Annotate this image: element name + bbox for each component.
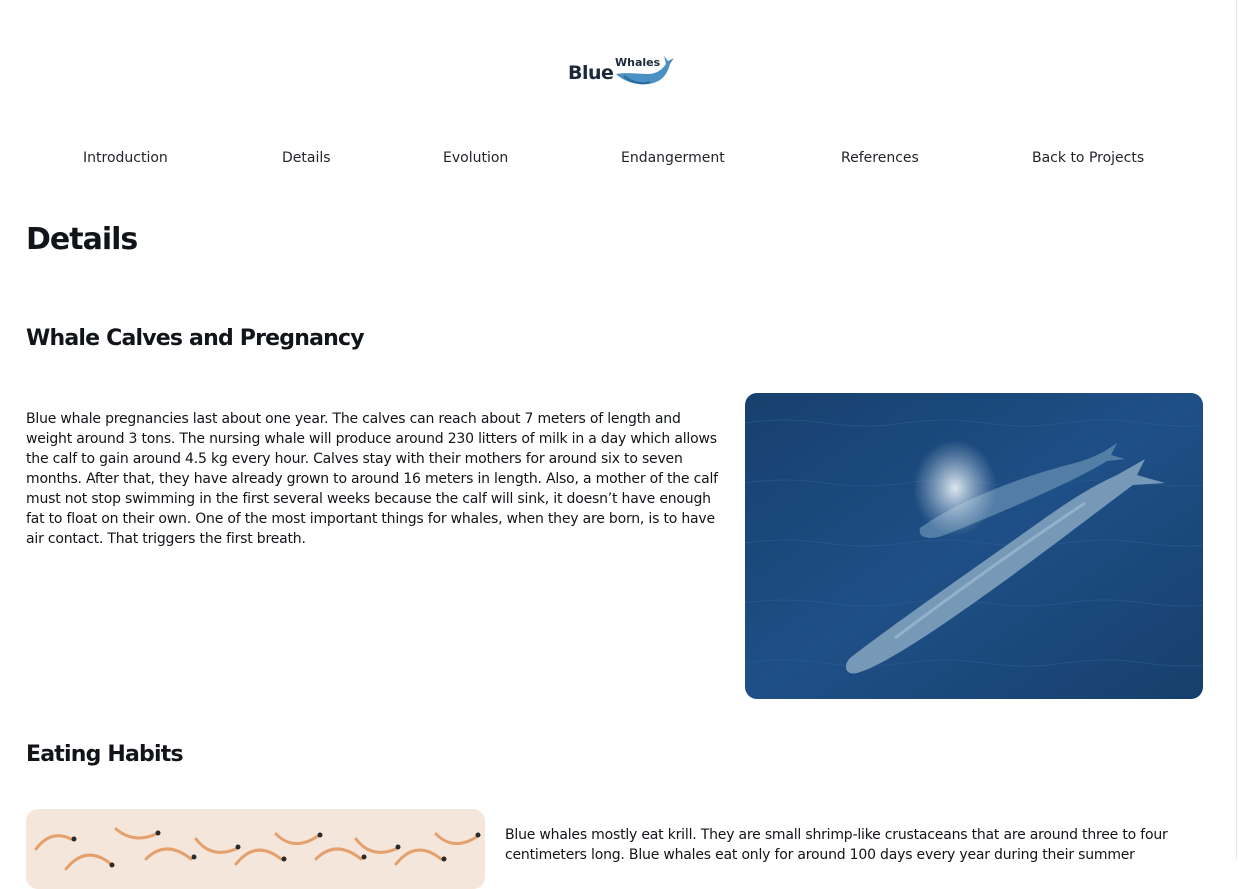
section-heading-calves: Whale Calves and Pregnancy <box>26 326 365 351</box>
logo-word-blue: Blue <box>568 62 614 84</box>
nav-link-endangerment[interactable]: Endangerment <box>621 150 725 166</box>
page-title: Details <box>26 222 138 257</box>
section-heading-eating: Eating Habits <box>26 742 184 767</box>
nav-link-introduction[interactable]: Introduction <box>83 150 168 166</box>
page-edge-divider <box>1236 0 1237 859</box>
nav-link-details[interactable]: Details <box>282 150 331 166</box>
section-text-calves: Blue whale pregnancies last about one ye… <box>26 411 718 547</box>
main-nav: Introduction Details Evolution Endangerm… <box>0 150 1240 172</box>
section-text-eating: Blue whales mostly eat krill. They are s… <box>505 827 1168 863</box>
site-logo[interactable]: Whales Blue <box>566 50 676 94</box>
nav-link-references[interactable]: References <box>841 150 919 166</box>
krill-photo <box>26 809 485 889</box>
nav-link-evolution[interactable]: Evolution <box>443 150 508 166</box>
blue-whales-swimming-photo <box>745 393 1203 699</box>
nav-link-back-to-projects[interactable]: Back to Projects <box>1032 150 1144 166</box>
logo-word-whales: Whales <box>615 56 661 69</box>
